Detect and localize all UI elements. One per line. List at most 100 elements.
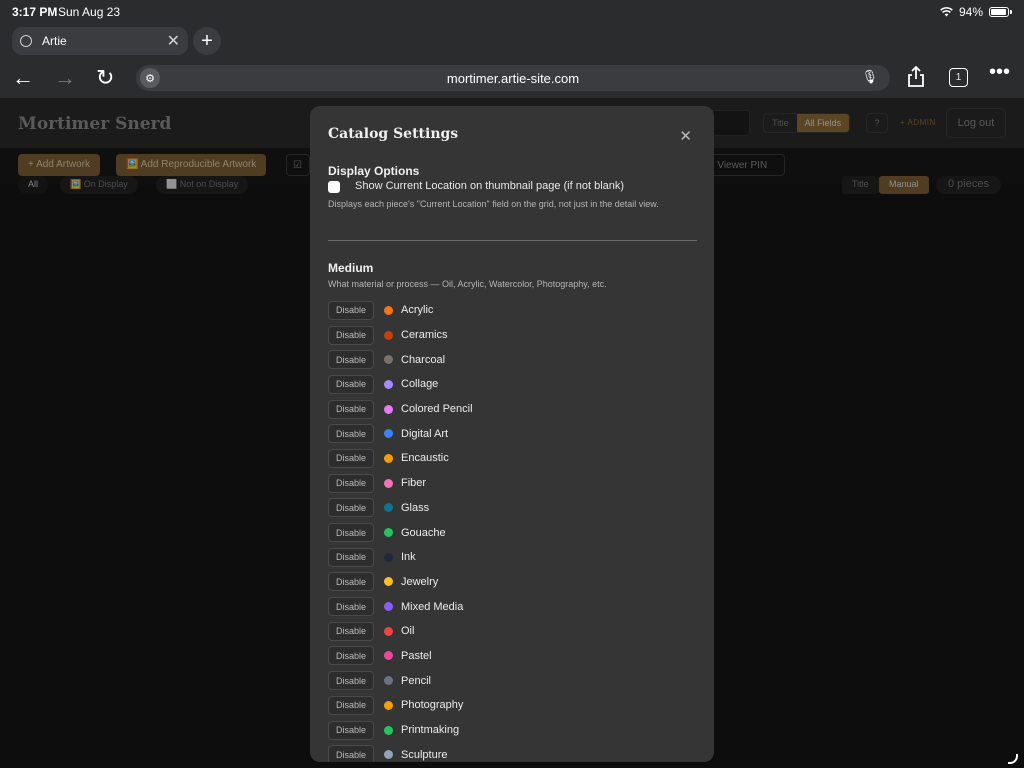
color-dot-icon bbox=[384, 330, 393, 340]
medium-label: Sculpture bbox=[401, 748, 448, 761]
battery-cap bbox=[1010, 10, 1012, 14]
color-dot-icon bbox=[384, 528, 393, 538]
medium-label: Digital Art bbox=[401, 427, 449, 440]
disable-button[interactable]: Disable bbox=[328, 745, 374, 762]
color-dot-icon bbox=[384, 379, 393, 389]
color-dot-icon bbox=[384, 305, 393, 315]
disable-button[interactable]: Disable bbox=[328, 424, 374, 444]
medium-row: Disable Pastel bbox=[328, 644, 698, 669]
medium-label: Oil bbox=[401, 625, 415, 638]
medium-row: Disable Acrylic bbox=[328, 298, 698, 323]
medium-label: Charcoal bbox=[401, 353, 446, 366]
color-dot-icon bbox=[384, 429, 393, 439]
disable-button[interactable]: Disable bbox=[328, 374, 374, 394]
disable-button[interactable]: Disable bbox=[328, 350, 374, 370]
tab-count-button[interactable]: 1 bbox=[949, 68, 968, 87]
medium-label: Gouache bbox=[401, 526, 446, 539]
medium-row: Disable Pencil bbox=[328, 668, 698, 693]
color-dot-icon bbox=[384, 478, 393, 488]
medium-row: Disable Charcoal bbox=[328, 347, 698, 372]
color-dot-icon bbox=[384, 626, 393, 636]
disable-button[interactable]: Disable bbox=[328, 720, 374, 740]
medium-label: Pencil bbox=[401, 674, 431, 687]
medium-label: Photography bbox=[401, 699, 464, 712]
battery-icon bbox=[989, 7, 1009, 17]
medium-row: Disable Mixed Media bbox=[328, 594, 698, 619]
disable-button[interactable]: Disable bbox=[328, 325, 374, 345]
medium-label: Jewelry bbox=[401, 575, 439, 588]
color-dot-icon bbox=[384, 700, 393, 710]
medium-row: Disable Ceramics bbox=[328, 323, 698, 348]
medium-label: Acrylic bbox=[401, 304, 434, 317]
status-right: 94% bbox=[940, 5, 1012, 19]
display-options-heading: Display Options bbox=[328, 164, 420, 178]
close-icon[interactable]: ✕ bbox=[679, 127, 692, 145]
status-time: 3:17 PM bbox=[12, 5, 58, 19]
color-dot-icon bbox=[384, 552, 393, 562]
site-settings-icon[interactable]: ⚙ bbox=[140, 68, 160, 88]
disable-button[interactable]: Disable bbox=[328, 498, 374, 518]
disable-button[interactable]: Disable bbox=[328, 572, 374, 592]
back-icon[interactable]: ← bbox=[12, 65, 34, 91]
disable-button[interactable]: Disable bbox=[328, 300, 374, 320]
color-dot-icon bbox=[384, 750, 393, 760]
disable-button[interactable]: Disable bbox=[328, 523, 374, 543]
share-icon[interactable] bbox=[906, 66, 926, 88]
medium-row: Disable Fiber bbox=[328, 471, 698, 496]
url-text: mortimer.artie-site.com bbox=[446, 70, 580, 86]
color-dot-icon bbox=[384, 725, 393, 735]
disable-button[interactable]: Disable bbox=[328, 399, 374, 419]
show-location-label[interactable]: Show Current Location on thumbnail page … bbox=[355, 180, 624, 192]
disable-button[interactable]: Disable bbox=[328, 547, 374, 567]
reload-icon[interactable]: ↻ bbox=[96, 65, 114, 91]
medium-row: Disable Colored Pencil bbox=[328, 397, 698, 422]
medium-row: Disable Gouache bbox=[328, 520, 698, 545]
disable-button[interactable]: Disable bbox=[328, 646, 374, 666]
medium-row: Disable Photography bbox=[328, 693, 698, 718]
color-dot-icon bbox=[384, 651, 393, 661]
wifi-icon bbox=[940, 7, 953, 17]
medium-label: Ceramics bbox=[401, 329, 448, 342]
medium-label: Glass bbox=[401, 501, 430, 514]
medium-label: Fiber bbox=[401, 477, 427, 490]
color-dot-icon bbox=[384, 602, 393, 612]
tab-title: Artie bbox=[42, 34, 67, 48]
browser-tab[interactable]: Artie ✕ bbox=[12, 27, 188, 55]
forward-icon[interactable]: → bbox=[54, 65, 76, 91]
disable-button[interactable]: Disable bbox=[328, 621, 374, 641]
medium-row: Disable Oil bbox=[328, 619, 698, 644]
disable-button[interactable]: Disable bbox=[328, 597, 374, 617]
medium-label: Colored Pencil bbox=[401, 403, 473, 416]
disable-button[interactable]: Disable bbox=[328, 695, 374, 715]
medium-row: Disable Sculpture bbox=[328, 742, 698, 762]
medium-help: What material or process — Oil, Acrylic,… bbox=[328, 279, 607, 289]
medium-label: Collage bbox=[401, 378, 439, 391]
color-dot-icon bbox=[384, 453, 393, 463]
url-bar[interactable]: ⚙ mortimer.artie-site.com 🎙 bbox=[136, 65, 890, 91]
color-dot-icon bbox=[384, 355, 393, 365]
disable-button[interactable]: Disable bbox=[328, 473, 374, 493]
new-tab-button[interactable]: + bbox=[193, 27, 221, 55]
color-dot-icon bbox=[384, 404, 393, 414]
medium-heading: Medium bbox=[328, 261, 374, 275]
disable-button[interactable]: Disable bbox=[328, 448, 374, 468]
medium-row: Disable Digital Art bbox=[328, 421, 698, 446]
status-bar: 3:17 PM Sun Aug 23 94% bbox=[0, 0, 1024, 24]
section-divider bbox=[328, 240, 697, 241]
close-tab-icon[interactable]: ✕ bbox=[167, 31, 180, 51]
medium-row: Disable Glass bbox=[328, 496, 698, 521]
show-location-checkbox[interactable] bbox=[328, 181, 340, 193]
disable-button[interactable]: Disable bbox=[328, 671, 374, 691]
medium-label: Printmaking bbox=[401, 724, 460, 737]
more-icon[interactable]: ••• bbox=[989, 61, 1010, 84]
medium-row: Disable Jewelry bbox=[328, 570, 698, 595]
modal-title: Catalog Settings bbox=[328, 126, 459, 142]
medium-list: Disable Acrylic Disable Ceramics Disable Char… bbox=[328, 298, 698, 762]
browser-toolbar: ← → ↻ ⚙ mortimer.artie-site.com 🎙 1 ••• bbox=[0, 57, 1024, 99]
globe-icon bbox=[20, 35, 32, 47]
microphone-icon[interactable]: 🎙 bbox=[861, 69, 878, 85]
medium-label: Mixed Media bbox=[401, 600, 464, 613]
color-dot-icon bbox=[384, 676, 393, 686]
medium-row: Disable Collage bbox=[328, 372, 698, 397]
medium-label: Pastel bbox=[401, 649, 432, 662]
